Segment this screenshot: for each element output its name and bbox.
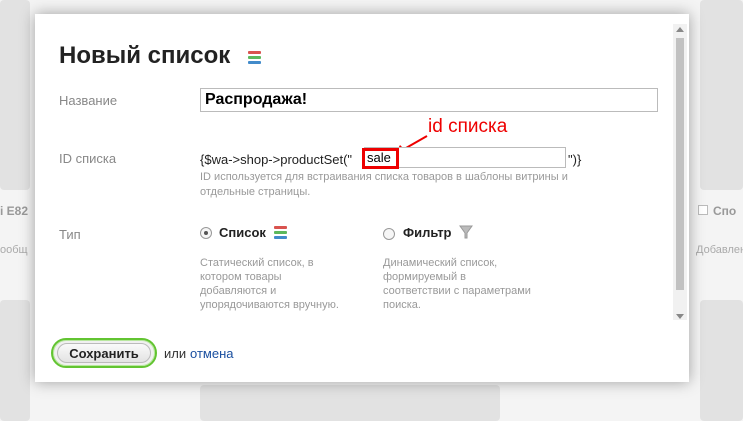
code-suffix: ")} [568,152,582,167]
type-filter-radio[interactable] [383,228,395,240]
scroll-up-icon[interactable] [676,27,684,32]
type-list-description: Статический список, в котором товары доб… [200,257,339,311]
product-image [700,300,743,421]
scroll-down-icon[interactable] [676,314,684,319]
save-button-label: Сохранить [57,343,151,363]
scroll-thumb[interactable] [676,38,684,290]
type-list-radio[interactable] [200,227,212,239]
dialog-title-text: Новый список [59,42,231,69]
list-id-value: sale [367,150,391,165]
product-checkbox[interactable] [698,205,708,215]
product-note: ообщ [0,244,28,256]
product-image [200,385,500,421]
product-note: Добавлен [696,244,743,256]
list-icon [274,226,287,239]
cancel-link[interactable]: отмена [190,346,233,361]
dialog-body: Новый список Название id списка ID списк… [35,14,671,320]
id-hint: ID используется для встраивания списка т… [200,171,568,198]
or-text: или [164,346,187,361]
filter-funnel-icon [459,225,473,239]
list-name-input[interactable] [200,88,658,112]
list-icon [248,51,261,64]
type-filter-label[interactable]: Фильтр [403,225,452,240]
id-label: ID списка [59,151,117,166]
product-title: Спо [713,204,737,218]
type-filter-description: Динамический список, формируемый в соотв… [383,257,531,311]
product-image [700,0,743,190]
dialog-title: Новый список [59,42,230,70]
type-label: Тип [59,227,81,242]
save-button[interactable]: Сохранить [51,338,157,368]
code-prefix: {$wa->shop->productSet(" [200,152,353,167]
type-list-label[interactable]: Список [219,225,266,240]
dialog-scrollbar[interactable] [673,24,687,322]
new-list-dialog: Новый список Название id списка ID списк… [35,14,689,382]
product-image [0,300,30,421]
product-title: i E82 [0,204,29,218]
id-annotation: id списка [428,116,508,137]
name-label: Название [59,93,118,108]
product-image [0,0,30,190]
